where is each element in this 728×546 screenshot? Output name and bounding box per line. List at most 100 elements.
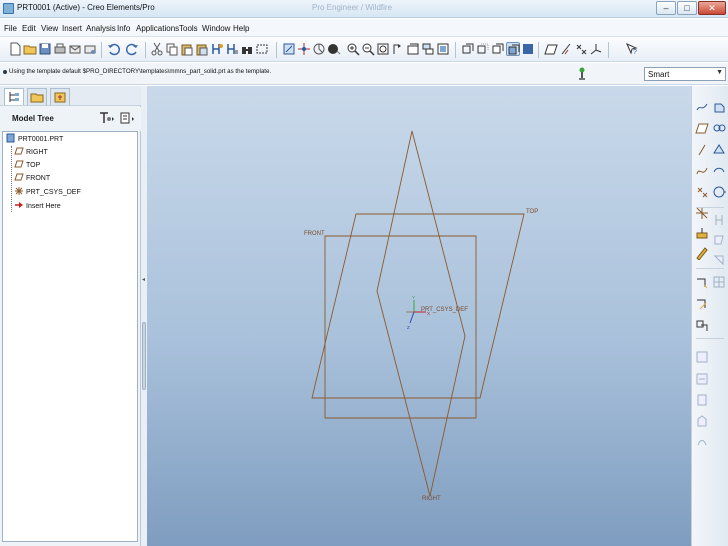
tab-model-tree[interactable] — [4, 88, 24, 105]
sketch-icon[interactable] — [695, 100, 709, 114]
solidify-icon[interactable] — [695, 435, 709, 449]
app-icon — [3, 3, 14, 14]
extrude-icon[interactable] — [695, 246, 709, 260]
open-icon[interactable] — [23, 42, 37, 56]
no-hidden-icon[interactable] — [491, 42, 505, 56]
minimize-button[interactable]: – — [656, 1, 676, 15]
curve-icon[interactable] — [695, 164, 709, 178]
repaint-icon[interactable] — [282, 42, 296, 56]
redo-icon[interactable] — [126, 42, 140, 56]
mirror-icon[interactable] — [695, 297, 709, 311]
datum-planes-icon[interactable] — [544, 42, 558, 56]
chamfer-icon[interactable] — [712, 275, 726, 289]
regen-manager-icon[interactable] — [225, 42, 239, 56]
tree-item-csys[interactable]: PRT_CSYS_DEF — [14, 186, 81, 198]
draft-icon[interactable] — [712, 233, 726, 247]
graphics-window[interactable]: TOP FRONT RIGHT Y X Z PRT_CSYS_DEF — [147, 86, 691, 546]
menu-view[interactable]: View — [41, 24, 58, 33]
save-icon[interactable] — [38, 42, 52, 56]
splitter-grip[interactable] — [142, 322, 146, 390]
pattern-icon[interactable] — [695, 276, 709, 290]
window-title: PRT0001 (Active) - Creo Elements/Pro — [17, 3, 155, 12]
axis-icon[interactable] — [695, 143, 709, 157]
enhanced-realism-icon[interactable] — [521, 42, 535, 56]
datum-points-icon[interactable] — [574, 42, 588, 56]
zoom-in-icon[interactable] — [346, 42, 360, 56]
navigator-tabs — [0, 86, 141, 106]
menu-applications[interactable]: Applications — [136, 24, 179, 33]
thicken-icon[interactable] — [695, 393, 709, 407]
regenerate-icon[interactable] — [210, 42, 224, 56]
find-icon[interactable] — [240, 42, 254, 56]
datum-plane-top[interactable] — [311, 213, 525, 399]
tree-item-front[interactable]: FRONT — [14, 172, 50, 184]
solidify-icon[interactable] — [695, 414, 709, 428]
hidden-line-icon[interactable] — [476, 42, 490, 56]
orient-mode-icon[interactable] — [312, 42, 326, 56]
round-icon[interactable] — [712, 253, 726, 267]
reorient-icon[interactable] — [391, 42, 405, 56]
datum-axes-icon[interactable] — [559, 42, 573, 56]
tab-favorites[interactable] — [50, 88, 70, 105]
merge-icon[interactable] — [695, 318, 709, 332]
view-manager-icon[interactable] — [436, 42, 450, 56]
tree-settings-button[interactable] — [98, 111, 116, 125]
trim-icon[interactable] — [695, 350, 709, 364]
selection-filter-dropdown[interactable]: Smart ▼ — [644, 67, 726, 81]
tree-item-right[interactable]: RIGHT — [14, 146, 48, 158]
maximize-button[interactable]: □ — [677, 1, 697, 15]
tree-item-part[interactable]: PRT0001.PRT — [6, 133, 63, 145]
menu-insert[interactable]: Insert — [62, 24, 82, 33]
part-icon — [6, 133, 16, 143]
menu-file[interactable]: File — [4, 24, 17, 33]
menu-tools[interactable]: Tools — [179, 24, 198, 33]
undo-icon[interactable] — [106, 42, 120, 56]
paste-icon[interactable] — [180, 42, 194, 56]
tree-connector-line — [11, 146, 12, 212]
select-box-icon[interactable] — [255, 42, 269, 56]
sweep-icon[interactable] — [712, 121, 726, 135]
copy-icon[interactable] — [165, 42, 179, 56]
tree-show-button[interactable] — [119, 111, 137, 125]
spin-center-icon[interactable] — [297, 42, 311, 56]
model-tree-icon — [9, 92, 19, 102]
refit-icon[interactable] — [376, 42, 390, 56]
menu-edit[interactable]: Edit — [22, 24, 36, 33]
coord-sys-icon[interactable] — [589, 42, 603, 56]
revolve-icon[interactable] — [712, 100, 726, 114]
context-help-icon[interactable]: ? — [625, 42, 639, 56]
rib-icon[interactable] — [712, 213, 726, 227]
tree-item-top[interactable]: TOP — [14, 159, 40, 171]
tab-folder-browser[interactable] — [27, 88, 47, 105]
point-icon[interactable] — [695, 185, 709, 199]
zoom-out-icon[interactable] — [361, 42, 375, 56]
csys-icon[interactable] — [695, 206, 709, 220]
hole-icon[interactable] — [712, 164, 726, 178]
analysis-icon[interactable] — [695, 226, 709, 240]
chevron-down-icon: ▼ — [716, 69, 723, 76]
cut-icon[interactable] — [150, 42, 164, 56]
shell-icon[interactable] — [712, 185, 726, 199]
menu-analysis[interactable]: Analysis — [86, 24, 116, 33]
email-icon[interactable] — [68, 42, 82, 56]
menu-info[interactable]: Info — [117, 24, 130, 33]
shading-icon[interactable] — [506, 42, 520, 56]
menu-help[interactable]: Help — [233, 24, 249, 33]
print-icon[interactable] — [53, 42, 67, 56]
plane-icon[interactable] — [695, 121, 709, 135]
layers-icon[interactable] — [421, 42, 435, 56]
tree-item-insert-here[interactable]: Insert Here — [14, 200, 61, 212]
datum-plane-right[interactable] — [376, 130, 466, 497]
appearance-icon[interactable] — [327, 42, 341, 56]
menu-window[interactable]: Window — [202, 24, 230, 33]
paste-special-icon[interactable] — [195, 42, 209, 56]
offset-icon[interactable] — [695, 372, 709, 386]
model-tree-header: Model Tree — [0, 107, 141, 131]
saved-views-icon[interactable] — [406, 42, 420, 56]
close-button[interactable]: ✕ — [698, 1, 726, 15]
email-link-icon[interactable] — [83, 42, 97, 56]
new-icon[interactable] — [8, 42, 22, 56]
collapse-arrow-icon[interactable]: ◂ — [142, 276, 145, 283]
wireframe-icon[interactable] — [461, 42, 475, 56]
blend-icon[interactable] — [712, 143, 726, 157]
